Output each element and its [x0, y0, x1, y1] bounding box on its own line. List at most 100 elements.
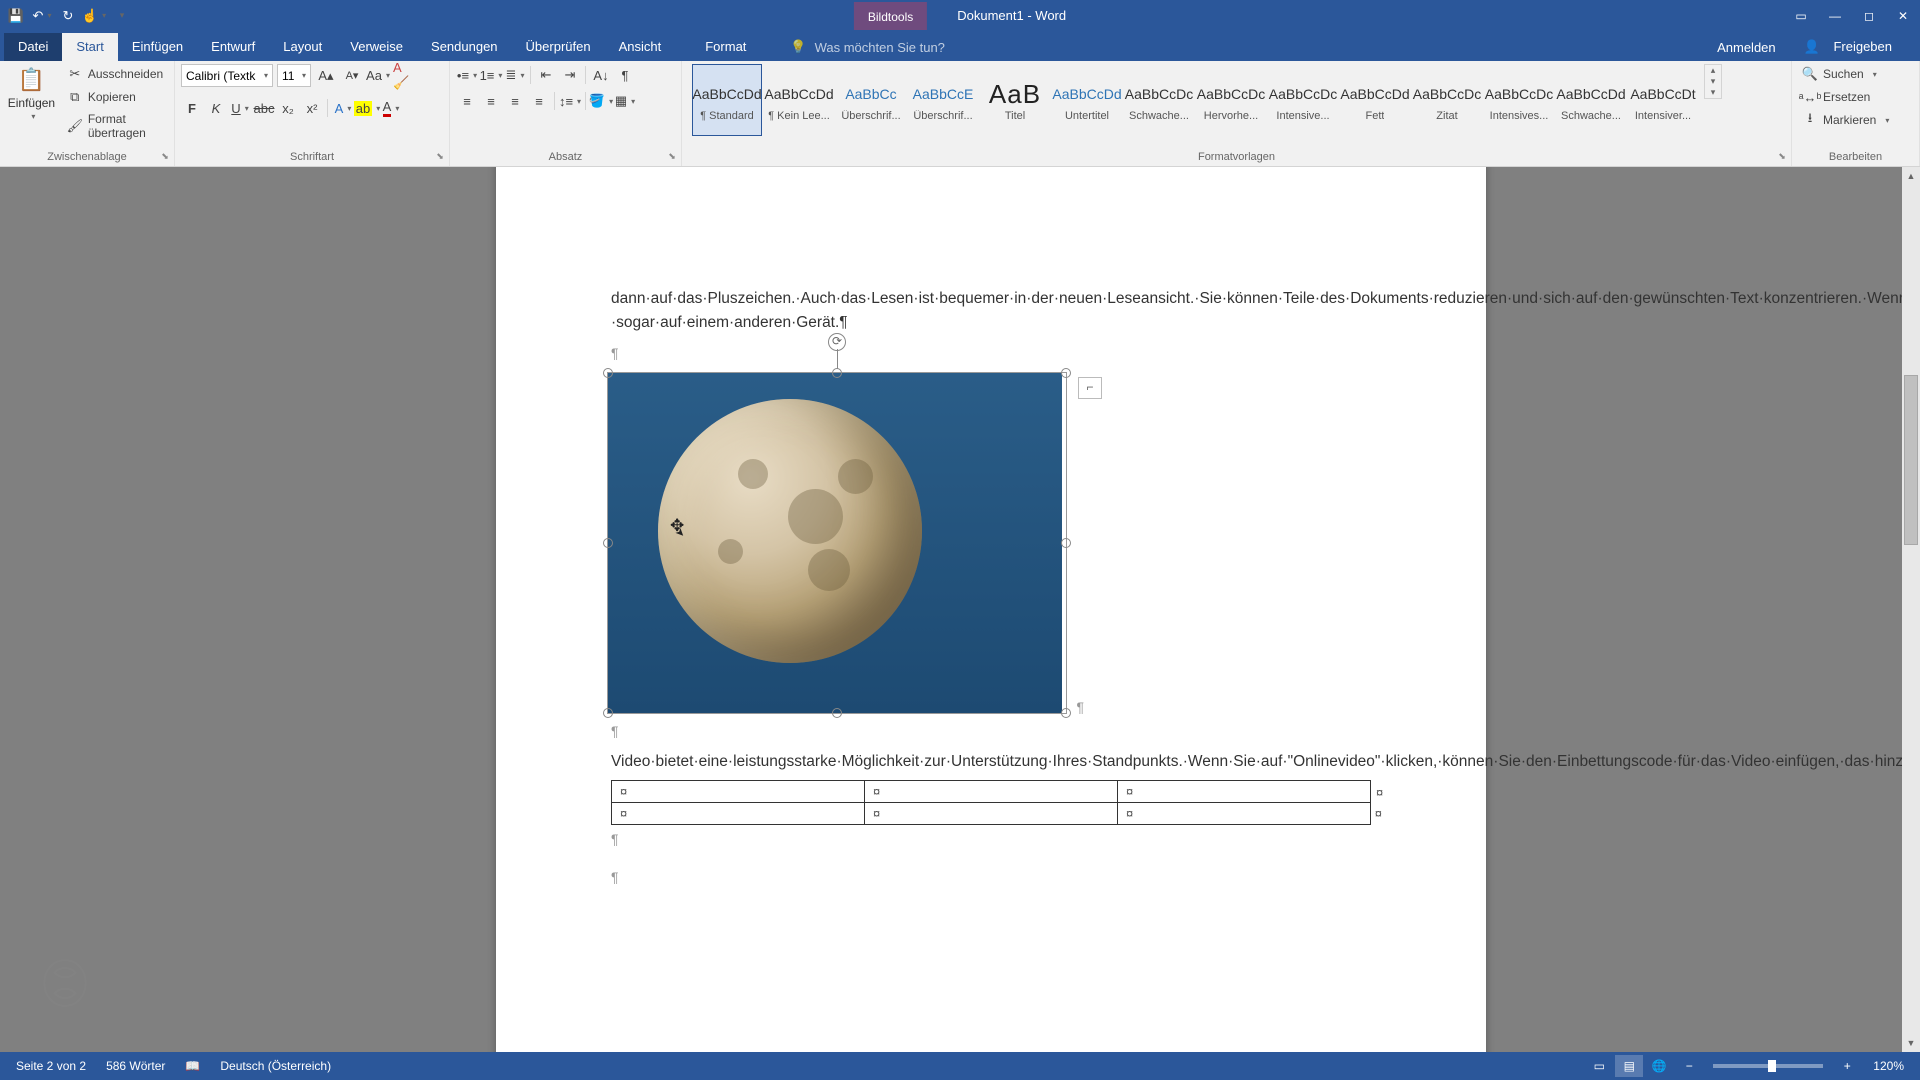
bullets-icon[interactable]: •≡▾ [456, 64, 478, 86]
justify-icon[interactable]: ≡ [528, 90, 550, 112]
resize-handle-br[interactable] [1061, 708, 1071, 718]
font-color-icon[interactable]: A▾ [380, 97, 402, 119]
style-gallery-item[interactable]: AaBbCcDd¶ Kein Lee... [764, 64, 834, 136]
paragraph-mark[interactable]: ¶ [611, 829, 1371, 851]
numbering-icon[interactable]: 1≡▾ [480, 64, 502, 86]
review-tab[interactable]: Überprüfen [512, 33, 605, 61]
font-name-combo[interactable]: Calibri (Textk▾ [181, 64, 273, 87]
expand-gallery-icon[interactable]: ▾ [1705, 87, 1721, 98]
maximize-icon[interactable]: ◻ [1852, 4, 1886, 28]
text-effects-icon[interactable]: A▾ [332, 97, 354, 119]
scroll-up-arrow-icon[interactable]: ▲ [1902, 167, 1920, 185]
resize-handle-tm[interactable] [832, 368, 842, 378]
font-dialog-launcher-icon[interactable]: ⬊ [433, 149, 447, 163]
scroll-thumb[interactable] [1904, 375, 1918, 545]
touch-mode-icon[interactable]: ☝▾ [82, 4, 106, 28]
styles-dialog-launcher-icon[interactable]: ⬊ [1775, 149, 1789, 163]
style-gallery-item[interactable]: AaBbCcDdFett [1340, 64, 1410, 136]
layout-options-button[interactable]: ⌐ [1078, 377, 1102, 399]
table-cell[interactable]: ¤ [865, 781, 1118, 803]
qat-customize-icon[interactable]: ▾ [108, 4, 132, 28]
style-gallery-item[interactable]: AaBbCcEÜberschrif... [908, 64, 978, 136]
style-gallery-item[interactable]: AaBbCcÜberschrif... [836, 64, 906, 136]
document-page[interactable]: dann·auf·das·Pluszeichen.·Auch·das·Lesen… [496, 167, 1486, 1052]
table-cell[interactable]: ¤ [612, 803, 865, 825]
undo-icon[interactable]: ↶▾ [30, 4, 54, 28]
bold-icon[interactable]: F [181, 97, 203, 119]
highlight-icon[interactable]: ab▾ [356, 97, 378, 119]
rotate-handle-icon[interactable]: ⟳ [828, 333, 846, 351]
style-gallery-item[interactable]: AaBbCcDdUntertitel [1052, 64, 1122, 136]
clear-formatting-icon[interactable]: A🧹 [393, 65, 415, 87]
resize-handle-bm[interactable] [832, 708, 842, 718]
align-right-icon[interactable]: ≡ [504, 90, 526, 112]
style-gallery-item[interactable]: AaBbCcDcHervorhe... [1196, 64, 1266, 136]
copy-button[interactable]: ⧉Kopieren [63, 87, 168, 107]
table-cell[interactable]: ¤ [865, 803, 1118, 825]
proofing-icon[interactable]: 📖 [175, 1059, 210, 1073]
word-count[interactable]: 586 Wörter [96, 1059, 175, 1073]
resize-handle-mr[interactable] [1061, 538, 1071, 548]
paragraph-mark[interactable]: ¶ [611, 343, 1371, 365]
design-tab[interactable]: Entwurf [197, 33, 269, 61]
decrease-indent-icon[interactable]: ⇤ [535, 64, 557, 86]
line-spacing-icon[interactable]: ↕≡▾ [559, 90, 581, 112]
paragraph-mark[interactable]: ¶ [611, 867, 1371, 889]
read-mode-icon[interactable]: ▭ [1585, 1055, 1613, 1077]
paste-button[interactable]: 📋 Einfügen ▾ [6, 64, 57, 123]
style-gallery-item[interactable]: AaBTitel [980, 64, 1050, 136]
resize-handle-bl[interactable] [603, 708, 613, 718]
scroll-down-arrow-icon[interactable]: ▼ [1902, 1034, 1920, 1052]
borders-icon[interactable]: ▦▾ [614, 90, 636, 112]
style-gallery-item[interactable]: AaBbCcDcIntensive... [1268, 64, 1338, 136]
format-tab[interactable]: Format [691, 33, 760, 61]
zoom-level[interactable]: 120% [1863, 1059, 1914, 1073]
body-paragraph[interactable]: dann·auf·das·Pluszeichen.·Auch·das·Lesen… [611, 287, 1371, 335]
style-gallery-item[interactable]: AaBbCcDdSchwache... [1556, 64, 1626, 136]
insert-tab[interactable]: Einfügen [118, 33, 197, 61]
sign-in-link[interactable]: Anmelden [1707, 34, 1786, 61]
styles-gallery-more[interactable]: ▴ ▾ ▾ [1704, 64, 1722, 99]
find-button[interactable]: 🔍Suchen ▾ [1798, 64, 1893, 84]
tell-me-search[interactable]: 💡 Was möchten Sie tun? [780, 33, 955, 61]
italic-icon[interactable]: K [205, 97, 227, 119]
cut-button[interactable]: ✂Ausschneiden [63, 64, 168, 84]
increase-indent-icon[interactable]: ⇥ [559, 64, 581, 86]
close-icon[interactable]: ✕ [1886, 4, 1920, 28]
style-gallery-item[interactable]: AaBbCcDcSchwache... [1124, 64, 1194, 136]
web-layout-icon[interactable]: 🌐 [1645, 1055, 1673, 1077]
table-cell[interactable]: ¤ [612, 781, 865, 803]
share-button[interactable]: 👤 Freigeben [1794, 33, 1912, 61]
clipboard-dialog-launcher-icon[interactable]: ⬊ [158, 149, 172, 163]
view-tab[interactable]: Ansicht [605, 33, 676, 61]
document-table[interactable]: ¤ ¤ ¤ ¤ ¤ ¤ [611, 780, 1371, 825]
paragraph-dialog-launcher-icon[interactable]: ⬊ [665, 149, 679, 163]
style-gallery-item[interactable]: AaBbCcDd¶ Standard [692, 64, 762, 136]
select-button[interactable]: ⭳Markieren ▾ [1798, 110, 1893, 130]
zoom-in-icon[interactable]: + [1833, 1055, 1861, 1077]
shading-icon[interactable]: 🪣▾ [590, 90, 612, 112]
grow-font-icon[interactable]: A▴ [315, 65, 337, 87]
selected-image[interactable]: ✥ ⟳ ⌐ ¶ [608, 373, 1066, 713]
subscript-icon[interactable]: x₂ [277, 97, 299, 119]
body-paragraph[interactable]: Video·bietet·eine·leistungsstarke·Möglic… [611, 750, 1371, 774]
save-icon[interactable]: 💾 [4, 4, 28, 28]
language-indicator[interactable]: Deutsch (Österreich) [210, 1059, 341, 1073]
table-row[interactable]: ¤ ¤ ¤ [612, 803, 1371, 825]
chevron-up-icon[interactable]: ▴ [1705, 65, 1721, 76]
references-tab[interactable]: Verweise [336, 33, 417, 61]
style-gallery-item[interactable]: AaBbCcDcIntensives... [1484, 64, 1554, 136]
file-tab[interactable]: Datei [4, 33, 62, 61]
home-tab[interactable]: Start [62, 33, 117, 61]
table-row[interactable]: ¤ ¤ ¤ [612, 781, 1371, 803]
mailings-tab[interactable]: Sendungen [417, 33, 512, 61]
table-cell[interactable]: ¤ [1118, 803, 1371, 825]
superscript-icon[interactable]: x² [301, 97, 323, 119]
table-cell[interactable]: ¤ [1118, 781, 1371, 803]
vertical-scrollbar[interactable]: ▲ ▼ [1902, 167, 1920, 1052]
chevron-down-icon[interactable]: ▾ [1705, 76, 1721, 87]
change-case-icon[interactable]: Aa▾ [367, 65, 389, 87]
layout-tab[interactable]: Layout [269, 33, 336, 61]
align-left-icon[interactable]: ≡ [456, 90, 478, 112]
print-layout-icon[interactable]: ▤ [1615, 1055, 1643, 1077]
